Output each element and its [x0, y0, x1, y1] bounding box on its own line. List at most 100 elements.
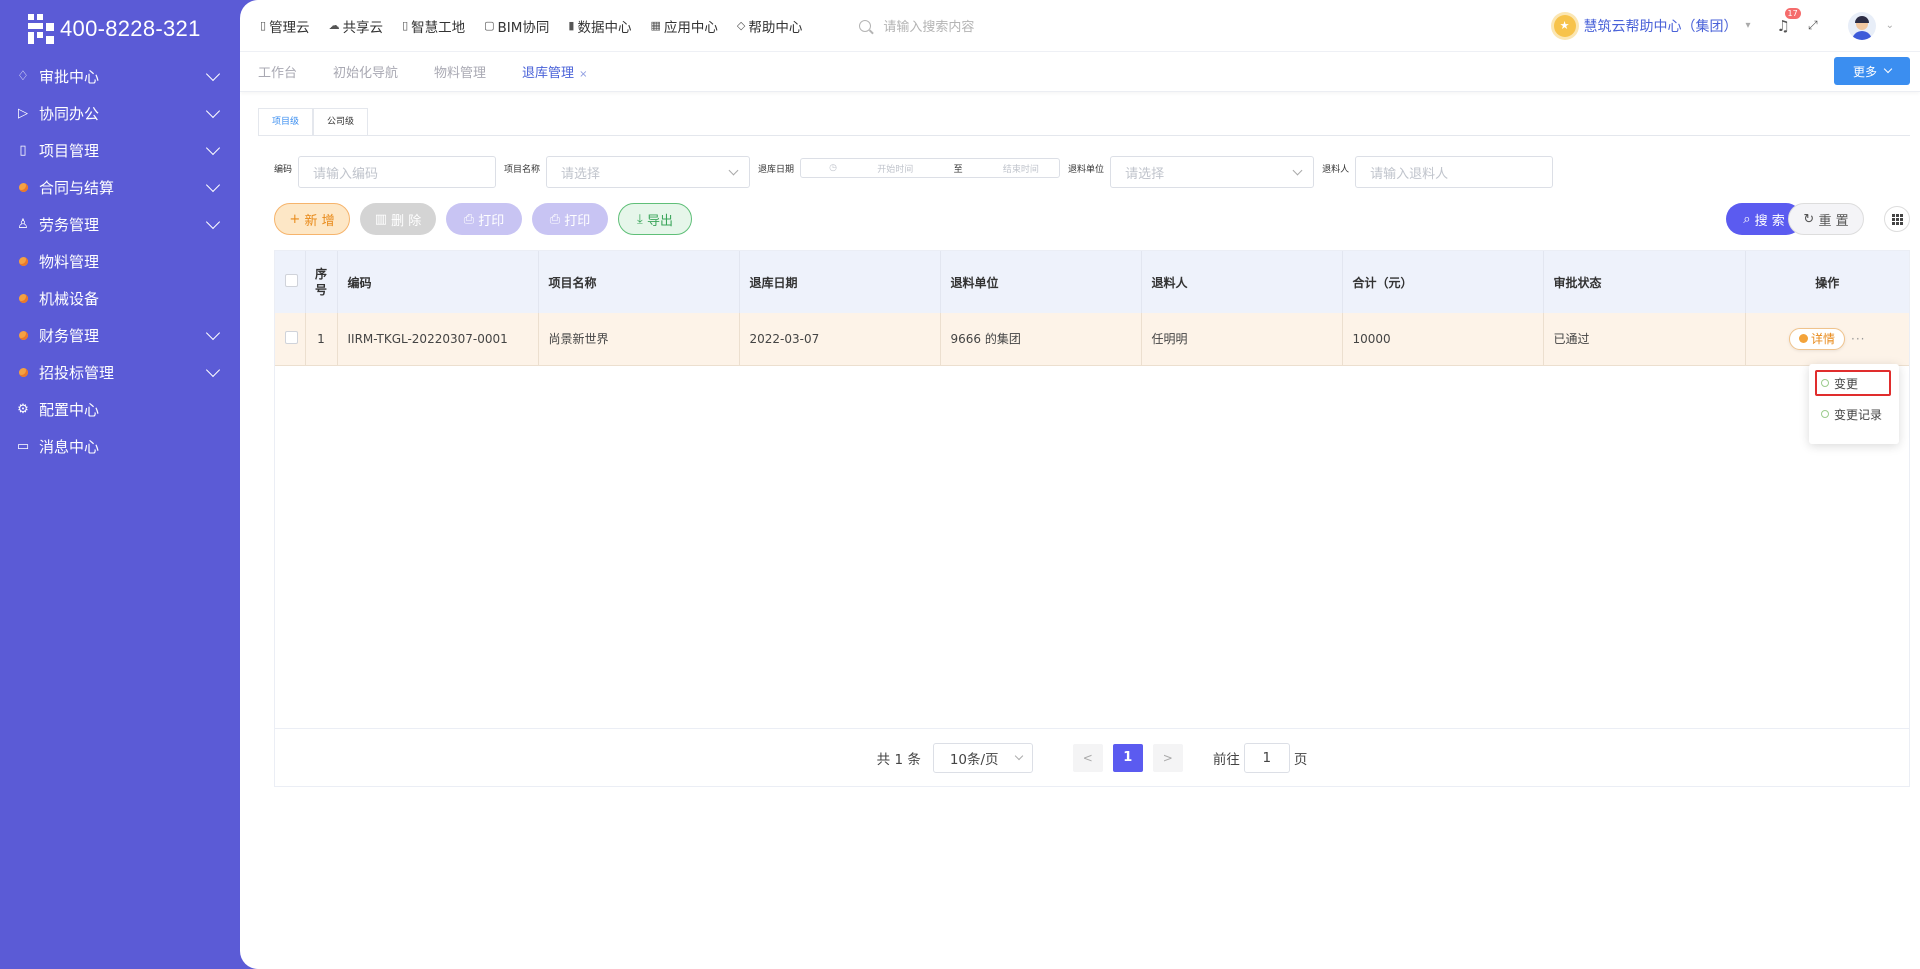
topnav-smart-site[interactable]: ▯ 智慧工地 — [402, 16, 465, 36]
topnav-app-center[interactable]: ▦ 应用中心 — [650, 16, 717, 36]
grid-icon: ▦ — [650, 19, 661, 32]
avatar[interactable] — [1847, 11, 1876, 40]
top-bar: ▯ 管理云 ☁ 共享云 ▯ 智慧工地 ▢ BIM协同 ▮ 数据中心 ▦ 应用中心 ◇ 帮助中心… — [240, 0, 1920, 52]
book-icon: ▯ — [19, 143, 27, 158]
help-center-link[interactable]: 慧筑云帮助中心（集团） — [1584, 16, 1738, 36]
total-count: 共 1 条 — [876, 751, 921, 768]
date-range-picker[interactable]: ◷ 开始时间 至 结束时间 — [800, 158, 1061, 178]
project-placeholder: 请选择 — [561, 166, 601, 182]
export-label: 导出 — [646, 213, 673, 229]
tab-company-level[interactable]: 公司级 — [313, 108, 369, 135]
sidebar-item-messages[interactable]: ▭ 消息中心 — [0, 428, 240, 465]
worker-icon: ♙ — [17, 217, 29, 232]
column-settings-button[interactable] — [1884, 206, 1910, 232]
printer-icon: ⎙ — [463, 211, 479, 227]
person-input[interactable]: 请输入退料人 — [1355, 156, 1554, 188]
bullet-icon — [1821, 379, 1829, 387]
col-header-total: 合计（元） — [1342, 251, 1544, 313]
date-end: 结束时间 — [1002, 164, 1039, 175]
topnav-label: 共享云 — [342, 19, 384, 36]
date-sep: 至 — [953, 164, 963, 175]
row-checkbox[interactable] — [275, 313, 306, 366]
print-button[interactable]: ⎙ 打印 — [446, 203, 522, 235]
code-input[interactable]: 请输入编码 — [298, 156, 497, 188]
orange-dot-icon — [14, 331, 32, 340]
tab-workbench[interactable]: 工作台 — [258, 62, 297, 81]
change-menu-item[interactable]: 变更 — [1815, 370, 1891, 396]
sidebar-menu: ♢ 审批中心 ▷ 协同办公 ▯ 项目管理 合同与结算 ♙ 劳务管理 物料管理 机… — [0, 58, 240, 465]
topnav-bim[interactable]: ▢ BIM协同 — [484, 16, 549, 36]
chevron-down-icon[interactable]: ⌄ — [1886, 20, 1894, 31]
more-button[interactable]: 更多 — [1834, 57, 1910, 85]
add-button[interactable]: + 新 增 — [274, 203, 350, 235]
trash-icon: ▥ — [374, 211, 392, 227]
tab-material[interactable]: 物料管理 — [434, 62, 486, 81]
sidebar-item-config[interactable]: ⚙ 配置中心 — [0, 391, 240, 428]
sidebar-item-contract[interactable]: 合同与结算 — [0, 169, 240, 206]
sidebar-item-approval[interactable]: ♢ 审批中心 — [0, 58, 240, 95]
project-select[interactable]: 请选择 — [546, 156, 751, 188]
topnav-shared-cloud[interactable]: ☁ 共享云 — [329, 16, 384, 36]
select-all-checkbox[interactable] — [275, 251, 306, 313]
reset-button[interactable]: ↻ 重 置 — [1788, 203, 1864, 235]
logo-icon — [26, 14, 56, 44]
level-tabs: 项目级 公司级 — [258, 108, 1910, 136]
add-label: 新 增 — [304, 213, 335, 229]
sidebar-item-machinery[interactable]: 机械设备 — [0, 280, 240, 317]
action-bar: + 新 增 ▥ 删 除 ⎙ 打印 ⎙ 打印 ⤓ 导出 ⌕ 搜 索 ↻ 重 置 — [258, 202, 1910, 236]
chevron-down-icon — [728, 165, 739, 176]
col-header-code: 编码 — [337, 251, 539, 313]
doc-icon: ▯ — [260, 19, 267, 32]
chevron-down-icon[interactable]: ▾ — [1746, 20, 1751, 31]
goto-prefix: 前往 — [1212, 751, 1240, 768]
code-label: 编码 — [274, 165, 293, 175]
tab-return-management[interactable]: 退库管理 × — [522, 62, 587, 81]
table-row[interactable]: 1 IIRM-TKGL-20220307-0001 尚景新世界 2022-03-… — [275, 313, 1909, 366]
sidebar-item-labor[interactable]: ♙ 劳务管理 — [0, 206, 240, 243]
more-ops-icon[interactable]: ··· — [1851, 332, 1865, 346]
topnav-label: 数据中心 — [577, 19, 632, 36]
chevron-down-icon — [205, 325, 221, 340]
cell-seq: 1 — [305, 313, 338, 366]
chevron-down-icon — [205, 140, 221, 155]
export-button[interactable]: ⤓ 导出 — [618, 203, 692, 235]
page-size-select[interactable]: 10条/页 — [932, 742, 1033, 773]
topnav-label: 帮助中心 — [748, 19, 803, 36]
print-button-2[interactable]: ⎙ 打印 — [532, 203, 608, 235]
filter-bar: 编码 请输入编码 项目名称 请选择 退库日期 ◷ 开始时间 至 结束时间 退料单… — [258, 156, 1910, 188]
chevron-down-icon — [205, 103, 221, 118]
topnav-management-cloud[interactable]: ▯ 管理云 — [260, 16, 310, 36]
sidebar-item-label: 物料管理 — [39, 253, 100, 271]
goto-page-input[interactable]: 1 — [1243, 742, 1290, 773]
col-header-date: 退库日期 — [739, 251, 941, 313]
sidebar-item-finance[interactable]: 财务管理 — [0, 317, 240, 354]
col-header-status: 审批状态 — [1543, 251, 1746, 313]
fullscreen-icon[interactable]: ⤢ — [1808, 18, 1818, 33]
tab-project-level[interactable]: 项目级 — [258, 108, 314, 135]
close-icon[interactable]: × — [579, 69, 587, 80]
notification-bell[interactable]: ♫ 17 — [1777, 7, 1801, 35]
detail-button[interactable]: 详情 — [1789, 327, 1846, 350]
global-search[interactable]: 请输入搜索内容 — [859, 16, 974, 35]
detail-icon — [1799, 334, 1809, 344]
delete-button[interactable]: ▥ 删 除 — [360, 203, 436, 235]
orange-dot-icon — [14, 257, 32, 266]
sidebar-item-project[interactable]: ▯ 项目管理 — [0, 132, 240, 169]
change-log-menu-item[interactable]: 变更记录 — [1809, 402, 1899, 426]
unit-select[interactable]: 请选择 — [1110, 156, 1315, 188]
tab-init-nav[interactable]: 初始化导航 — [333, 62, 398, 81]
clock-icon: ◷ — [829, 163, 838, 173]
prev-page-button[interactable]: < — [1072, 743, 1103, 772]
chevron-down-icon — [1292, 165, 1303, 176]
crown-icon: ★ — [1553, 14, 1576, 37]
topnav-data-center[interactable]: ▮ 数据中心 — [568, 16, 631, 36]
plus-icon: + — [289, 211, 305, 227]
message-icon: ▭ — [16, 439, 30, 454]
topnav-help-center[interactable]: ◇ 帮助中心 — [737, 16, 802, 36]
next-page-button[interactable]: > — [1152, 743, 1183, 772]
logo[interactable]: 400-8228-321 — [0, 0, 240, 58]
sidebar-item-collab[interactable]: ▷ 协同办公 — [0, 95, 240, 132]
sidebar-item-material[interactable]: 物料管理 — [0, 243, 240, 280]
page-number-current[interactable]: 1 — [1112, 743, 1143, 772]
sidebar-item-bidding[interactable]: 招投标管理 — [0, 354, 240, 391]
